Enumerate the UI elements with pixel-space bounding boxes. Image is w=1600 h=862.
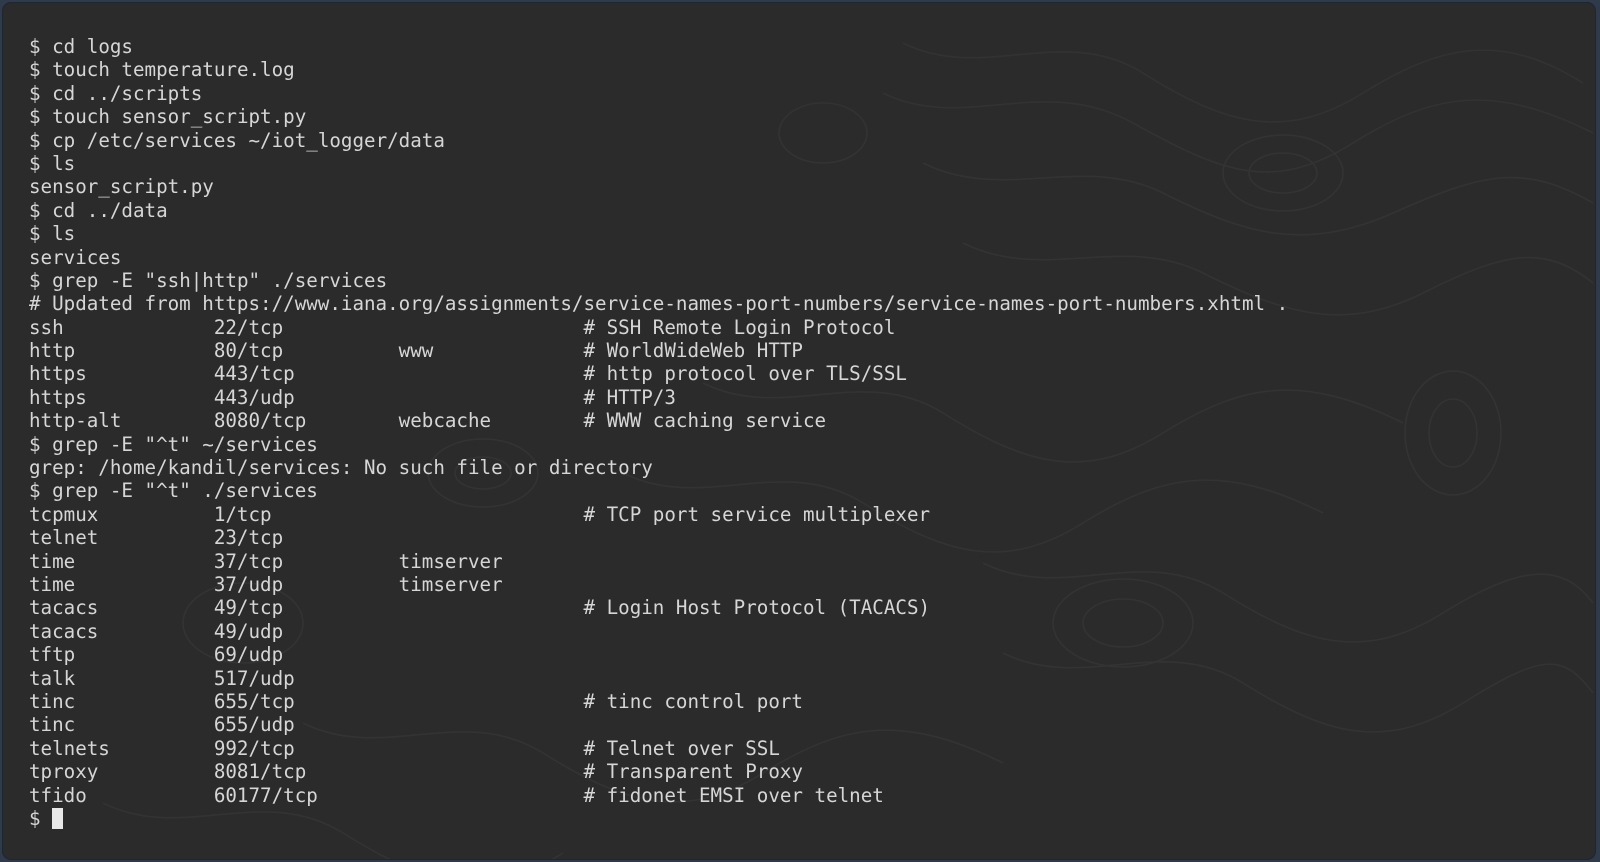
output-text: ssh 22/tcp # SSH Remote Login Protocol	[29, 315, 896, 339]
output-text: https 443/tcp # http protocol over TLS/S…	[29, 362, 907, 386]
output-text: talk 517/udp	[29, 666, 295, 690]
output-line: http-alt 8080/tcp webcache # WWW caching…	[29, 409, 1575, 432]
output-line: services	[29, 246, 1575, 269]
output-line: tftp 69/udp	[29, 643, 1575, 666]
command-text: touch temperature.log	[52, 58, 295, 82]
output-line: telnets 992/tcp # Telnet over SSL	[29, 737, 1575, 760]
output-text: tftp 69/udp	[29, 643, 284, 667]
prompt-symbol: $	[29, 268, 41, 292]
prompt-symbol: $	[29, 806, 41, 830]
prompt-symbol: $	[29, 58, 41, 82]
output-text: # Updated from https://www.iana.org/assi…	[29, 292, 1289, 316]
output-text: time 37/tcp timserver	[29, 549, 503, 573]
command-text: grep -E "^t" ~/services	[52, 432, 318, 456]
prompt-symbol: $	[29, 128, 41, 152]
prompt-symbol: $	[29, 105, 41, 129]
output-line: tfido 60177/tcp # fidonet EMSI over teln…	[29, 784, 1575, 807]
output-text: sensor_script.py	[29, 175, 214, 199]
terminal-output[interactable]: $ cd logs $ touch temperature.log $ cd ../…	[29, 35, 1575, 839]
output-line: telnet 23/tcp	[29, 526, 1575, 549]
command-text: grep -E "^t" ./services	[52, 479, 318, 503]
output-line: talk 517/udp	[29, 667, 1575, 690]
output-line: time 37/tcp timserver	[29, 550, 1575, 573]
output-text: tinc 655/tcp # tinc control port	[29, 689, 803, 713]
output-text: telnet 23/tcp	[29, 526, 284, 550]
command-text: cp /etc/services ~/iot_logger/data	[52, 128, 445, 152]
prompt-symbol: $	[29, 35, 41, 58]
command-text: ls	[52, 151, 76, 175]
prompt-symbol: $	[29, 81, 41, 105]
output-text: tinc 655/udp	[29, 713, 295, 737]
output-line: tinc 655/udp	[29, 713, 1575, 736]
output-text: tcpmux 1/tcp # TCP port service multiple…	[29, 502, 931, 526]
output-line: https 443/tcp # http protocol over TLS/S…	[29, 362, 1575, 385]
output-text: http-alt 8080/tcp webcache # WWW caching…	[29, 409, 827, 433]
output-line: tproxy 8081/tcp # Transparent Proxy	[29, 760, 1575, 783]
command-text: touch sensor_script.py	[52, 105, 307, 129]
prompt-symbol: $	[29, 198, 41, 222]
command-line: $ touch temperature.log	[29, 58, 1575, 81]
output-text: tacacs 49/udp	[29, 619, 284, 643]
command-line: $ ls	[29, 152, 1575, 175]
prompt-symbol: $	[29, 479, 41, 503]
command-text: cd ../data	[52, 198, 168, 222]
command-line: $ cp /etc/services ~/iot_logger/data	[29, 129, 1575, 152]
command-text: grep -E "ssh|http" ./services	[52, 268, 388, 292]
command-text: ls	[52, 222, 76, 246]
output-text: tfido 60177/tcp # fidonet EMSI over teln…	[29, 783, 884, 807]
prompt-symbol: $	[29, 222, 41, 246]
command-text: cd logs	[52, 35, 133, 58]
prompt-symbol: $	[29, 432, 41, 456]
command-line: $ touch sensor_script.py	[29, 105, 1575, 128]
command-line: $ grep -E "ssh|http" ./services	[29, 269, 1575, 292]
active-prompt-line[interactable]: $	[29, 807, 1575, 830]
output-text: http 80/tcp www # WorldWideWeb HTTP	[29, 339, 803, 363]
output-line: tacacs 49/udp	[29, 620, 1575, 643]
output-line: tinc 655/tcp # tinc control port	[29, 690, 1575, 713]
output-text: grep: /home/kandil/services: No such fil…	[29, 456, 653, 480]
output-line: tacacs 49/tcp # Login Host Protocol (TAC…	[29, 596, 1575, 619]
command-text: cd ../scripts	[52, 81, 203, 105]
prompt-symbol: $	[29, 151, 41, 175]
output-text: tacacs 49/tcp # Login Host Protocol (TAC…	[29, 596, 931, 620]
command-line: $ grep -E "^t" ~/services	[29, 433, 1575, 456]
command-line: $ cd logs	[29, 35, 1575, 58]
output-text: telnets 992/tcp # Telnet over SSL	[29, 736, 780, 760]
output-line: tcpmux 1/tcp # TCP port service multiple…	[29, 503, 1575, 526]
output-line: # Updated from https://www.iana.org/assi…	[29, 292, 1575, 315]
output-line: grep: /home/kandil/services: No such fil…	[29, 456, 1575, 479]
output-line: time 37/udp timserver	[29, 573, 1575, 596]
output-text: https 443/udp # HTTP/3	[29, 385, 676, 409]
output-text: time 37/udp timserver	[29, 572, 503, 596]
output-line: http 80/tcp www # WorldWideWeb HTTP	[29, 339, 1575, 362]
output-text: tproxy 8081/tcp # Transparent Proxy	[29, 760, 803, 784]
output-line: https 443/udp # HTTP/3	[29, 386, 1575, 409]
command-line: $ ls	[29, 222, 1575, 245]
command-line: $ cd ../data	[29, 199, 1575, 222]
text-cursor	[52, 807, 64, 829]
terminal-window[interactable]: $ cd logs $ touch temperature.log $ cd ../…	[3, 3, 1595, 859]
command-line: $ grep -E "^t" ./services	[29, 479, 1575, 502]
command-line: $ cd ../scripts	[29, 82, 1575, 105]
output-line: ssh 22/tcp # SSH Remote Login Protocol	[29, 316, 1575, 339]
output-line: sensor_script.py	[29, 175, 1575, 198]
output-text: services	[29, 245, 122, 269]
